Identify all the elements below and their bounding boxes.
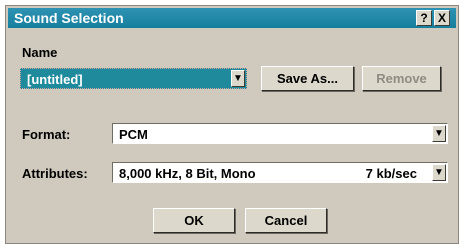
- name-combobox[interactable]: [untitled] ▼: [20, 68, 247, 89]
- title-bar[interactable]: Sound Selection ? X: [8, 8, 456, 28]
- name-value: [untitled]: [27, 72, 83, 87]
- chevron-down-icon[interactable]: ▼: [432, 164, 446, 181]
- attributes-value: 8,000 kHz, 8 Bit, Mono: [119, 166, 256, 181]
- close-button[interactable]: X: [434, 10, 450, 26]
- chevron-down-icon[interactable]: ▼: [231, 70, 245, 87]
- ok-button[interactable]: OK: [153, 208, 235, 233]
- format-value: PCM: [119, 127, 148, 142]
- remove-button[interactable]: Remove: [362, 66, 441, 91]
- remove-label: Remove: [376, 71, 427, 86]
- attributes-rate: 7 kb/sec: [365, 166, 417, 181]
- cancel-button[interactable]: Cancel: [245, 208, 327, 233]
- help-button[interactable]: ?: [416, 10, 432, 26]
- format-label: Format:: [22, 127, 71, 142]
- chevron-down-icon[interactable]: ▼: [432, 125, 446, 142]
- save-as-button[interactable]: Save As...: [261, 66, 354, 91]
- attributes-select[interactable]: 8,000 kHz, 8 Bit, Mono 7 kb/sec ▼: [112, 162, 448, 183]
- window-title: Sound Selection: [14, 10, 124, 26]
- name-label: Name: [22, 45, 58, 60]
- sound-selection-dialog: Sound Selection ? X Name [untitled] ▼ Sa…: [5, 5, 459, 244]
- format-select[interactable]: PCM ▼: [112, 123, 448, 144]
- save-as-label: Save As...: [277, 71, 338, 86]
- attributes-label: Attributes:: [22, 166, 88, 181]
- ok-label: OK: [184, 213, 204, 228]
- cancel-label: Cancel: [264, 213, 308, 228]
